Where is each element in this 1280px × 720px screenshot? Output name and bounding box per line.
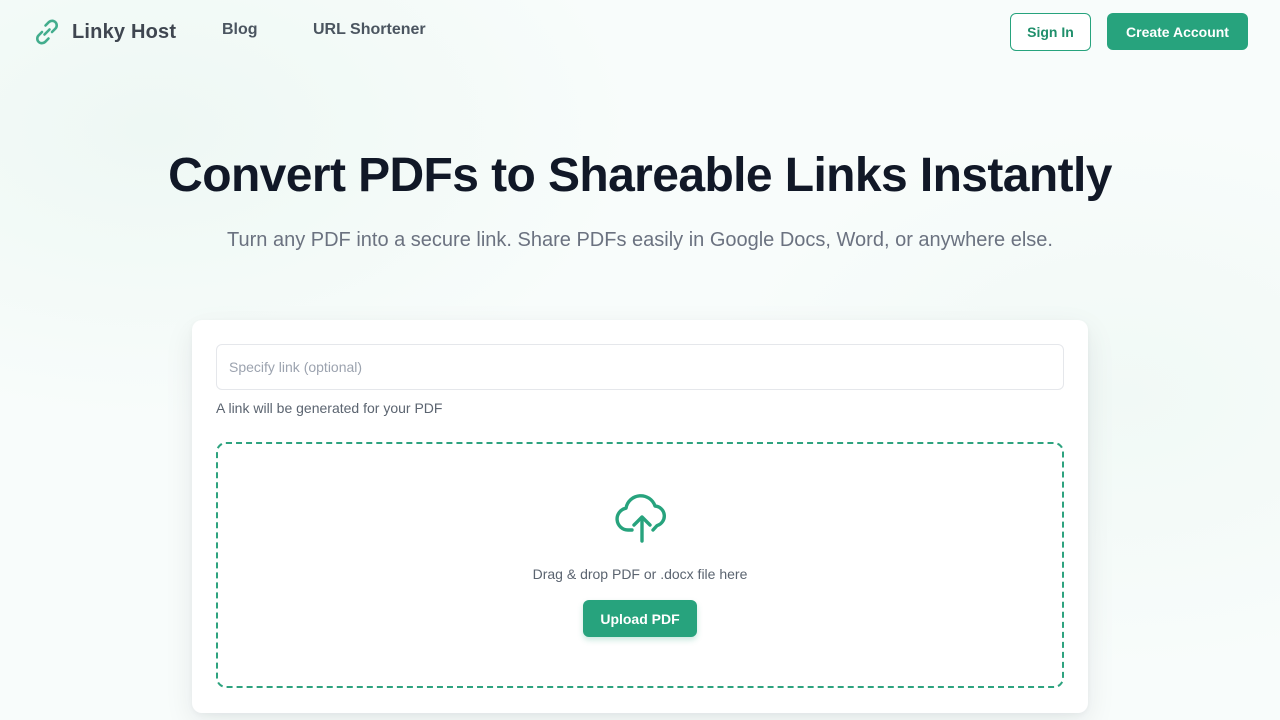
link-chain-icon bbox=[32, 17, 62, 47]
nav-url-shortener-link[interactable]: URL Shortener bbox=[313, 21, 426, 39]
upload-card: A link will be generated for your PDF Dr… bbox=[192, 320, 1088, 713]
brand-name: Linky Host bbox=[72, 20, 177, 43]
page-subtitle: Turn any PDF into a secure link. Share P… bbox=[227, 229, 1053, 251]
dropzone-instructions: Drag & drop PDF or .docx file here bbox=[532, 566, 748, 582]
sign-in-button[interactable]: Sign In bbox=[1010, 13, 1091, 51]
top-navigation: Linky Host Blog URL Shortener Sign In Cr… bbox=[0, 0, 1280, 64]
upload-pdf-button[interactable]: Upload PDF bbox=[583, 600, 697, 637]
cloud-upload-icon bbox=[614, 494, 670, 544]
brand-logo[interactable]: Linky Host bbox=[32, 16, 176, 48]
nav-blog-link[interactable]: Blog bbox=[222, 21, 258, 39]
custom-link-input[interactable] bbox=[216, 344, 1064, 390]
page-title: Convert PDFs to Shareable Links Instantl… bbox=[168, 149, 1112, 202]
link-helper-text: A link will be generated for your PDF bbox=[216, 400, 443, 416]
file-dropzone[interactable]: Drag & drop PDF or .docx file here Uploa… bbox=[216, 442, 1064, 688]
create-account-button[interactable]: Create Account bbox=[1107, 13, 1248, 50]
